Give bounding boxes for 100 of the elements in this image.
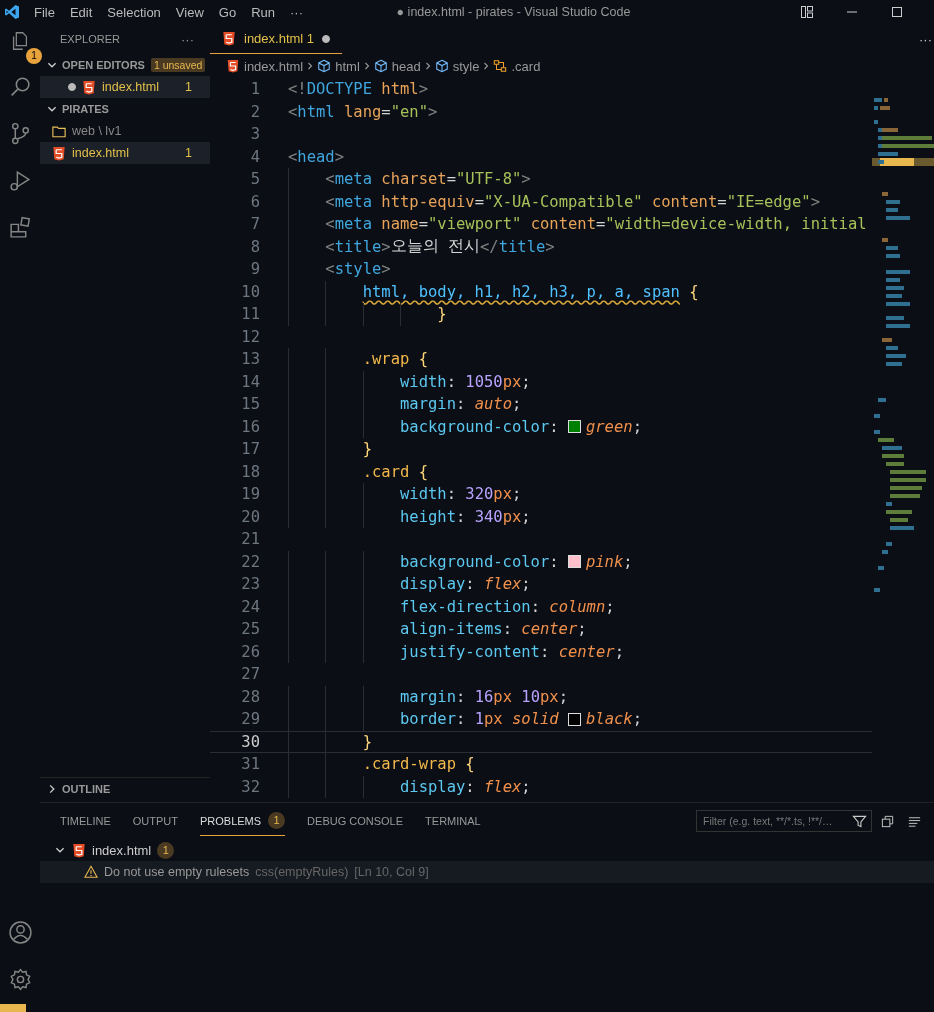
code-text: = bbox=[717, 192, 727, 211]
code-text: : bbox=[455, 507, 467, 526]
code-text: "X-UA-Compatible" bbox=[484, 192, 643, 211]
code-text: = bbox=[596, 215, 606, 234]
filter-field[interactable]: Filter (e.g. text, **/*.ts, !**/… bbox=[696, 810, 872, 832]
color-swatch-icon[interactable] bbox=[567, 555, 581, 569]
line-number: 31 bbox=[240, 755, 260, 774]
explorer-file-item[interactable]: index.html 1 bbox=[40, 142, 210, 164]
code-text: px bbox=[540, 687, 559, 706]
html-file-icon bbox=[226, 59, 240, 73]
code-text: center bbox=[521, 620, 578, 639]
folder-icon bbox=[52, 123, 66, 139]
code-text: 1 bbox=[474, 710, 484, 729]
more-actions-button[interactable]: ··· bbox=[181, 31, 194, 47]
code-text: html bbox=[297, 102, 335, 121]
color-swatch-icon[interactable] bbox=[568, 712, 581, 726]
code-text: flex bbox=[483, 575, 522, 594]
code-text: : bbox=[455, 710, 467, 729]
code-text: auto bbox=[474, 395, 512, 414]
code-text: ; bbox=[605, 597, 615, 616]
menu-item[interactable]: Selection bbox=[107, 4, 161, 20]
code-text: green bbox=[585, 417, 633, 436]
code-text: ; bbox=[632, 417, 642, 436]
code-text: < bbox=[325, 260, 335, 279]
line-number: 12 bbox=[240, 327, 260, 346]
run-debug-icon[interactable] bbox=[7, 168, 33, 193]
menu-item[interactable]: ··· bbox=[290, 4, 303, 20]
menu-item[interactable]: Go bbox=[218, 4, 237, 20]
code-text: 1050 bbox=[465, 372, 503, 391]
code-text: ; bbox=[623, 552, 633, 571]
problem-file-name[interactable]: index.html bbox=[92, 842, 152, 858]
code-text: meta bbox=[334, 170, 372, 189]
cube-icon bbox=[434, 59, 449, 73]
editor-tab[interactable]: index.html 1 bbox=[210, 24, 343, 54]
menu-item[interactable]: Run bbox=[251, 4, 275, 20]
collapse-all-icon[interactable] bbox=[880, 813, 895, 829]
code-text: 320 bbox=[465, 485, 494, 504]
breadcrumb-item[interactable]: index.html bbox=[226, 58, 304, 74]
line-number: 24 bbox=[240, 597, 260, 616]
code-text: center bbox=[558, 642, 615, 661]
breadcrumb-item[interactable]: style bbox=[434, 58, 480, 74]
code-text: > bbox=[334, 147, 344, 166]
code-text: 오늘의 전시 bbox=[390, 236, 480, 258]
line-number: 16 bbox=[240, 417, 260, 436]
layout-icon[interactable] bbox=[799, 4, 815, 20]
code-text: = bbox=[381, 102, 391, 121]
filter-icon[interactable] bbox=[852, 813, 867, 829]
breadcrumb-item[interactable]: .card bbox=[493, 58, 541, 74]
line-number: 3 bbox=[249, 125, 260, 144]
breadcrumb-item[interactable]: html bbox=[317, 58, 360, 74]
color-swatch-icon[interactable] bbox=[567, 420, 581, 434]
more-actions-button[interactable]: ··· bbox=[919, 31, 934, 47]
unsaved-badge: 1 unsaved bbox=[150, 58, 206, 72]
extensions-icon[interactable] bbox=[7, 215, 33, 240]
open-editor-item[interactable]: index.html 1 bbox=[40, 76, 210, 98]
code-text: < bbox=[325, 192, 335, 211]
code-text: <! bbox=[288, 80, 307, 99]
code-text: < bbox=[288, 147, 298, 166]
code-text: "viewport" bbox=[428, 215, 522, 234]
section-title[interactable]: OPEN EDITORS bbox=[62, 59, 145, 71]
code-text: px bbox=[502, 507, 522, 526]
code-text: style bbox=[334, 260, 382, 279]
breadcrumb-item[interactable]: head bbox=[373, 58, 421, 74]
panel-tab[interactable]: TERMINAL bbox=[425, 808, 481, 834]
line-number: 22 bbox=[240, 552, 260, 571]
folder-tree-item[interactable]: web \ lv1 bbox=[40, 120, 210, 142]
code-text: > bbox=[418, 80, 428, 99]
code-text: content bbox=[650, 192, 718, 211]
code-text: ; bbox=[521, 777, 531, 796]
menu-item[interactable]: Edit bbox=[69, 4, 93, 20]
account-icon[interactable] bbox=[7, 920, 33, 945]
line-number: 14 bbox=[240, 372, 260, 391]
code-text: : bbox=[446, 372, 457, 391]
code-text: "UTF-8" bbox=[456, 170, 522, 189]
line-number: 19 bbox=[240, 485, 260, 504]
code-text: </ bbox=[480, 237, 499, 256]
maximize-icon[interactable] bbox=[889, 4, 905, 20]
code-text: } bbox=[437, 305, 447, 324]
code-text: : bbox=[446, 485, 457, 504]
section-title[interactable]: PIRATES bbox=[62, 103, 109, 115]
unsaved-dot-icon[interactable] bbox=[322, 34, 331, 43]
line-number: 25 bbox=[240, 620, 260, 639]
code-text: ; bbox=[521, 575, 531, 594]
window-title: ● index.html - pirates - Visual Studio Code bbox=[395, 5, 632, 19]
code-text: border bbox=[399, 710, 456, 729]
panel-tab[interactable]: TIMELINE bbox=[60, 808, 111, 834]
line-number: 13 bbox=[240, 350, 260, 369]
code-text: : bbox=[549, 552, 560, 571]
panel-tab[interactable]: DEBUG CONSOLE bbox=[307, 808, 404, 834]
menu-item[interactable]: File bbox=[34, 4, 55, 20]
code-text: { bbox=[464, 755, 475, 774]
panel-tab[interactable]: OUTPUT bbox=[132, 808, 178, 834]
problem-item[interactable]: Do not use empty rulesets css(emptyRules) [Ln 10, Col 9] bbox=[40, 861, 934, 883]
menu-item[interactable]: View bbox=[175, 4, 204, 20]
line-number: 32 bbox=[240, 777, 260, 796]
code-text: < bbox=[325, 170, 335, 189]
panel-tab[interactable]: PROBLEMS 1 bbox=[199, 806, 286, 836]
code-text: flex bbox=[483, 777, 522, 796]
vscode-logo-icon bbox=[4, 4, 20, 20]
section-title[interactable]: OUTLINE bbox=[62, 783, 111, 795]
